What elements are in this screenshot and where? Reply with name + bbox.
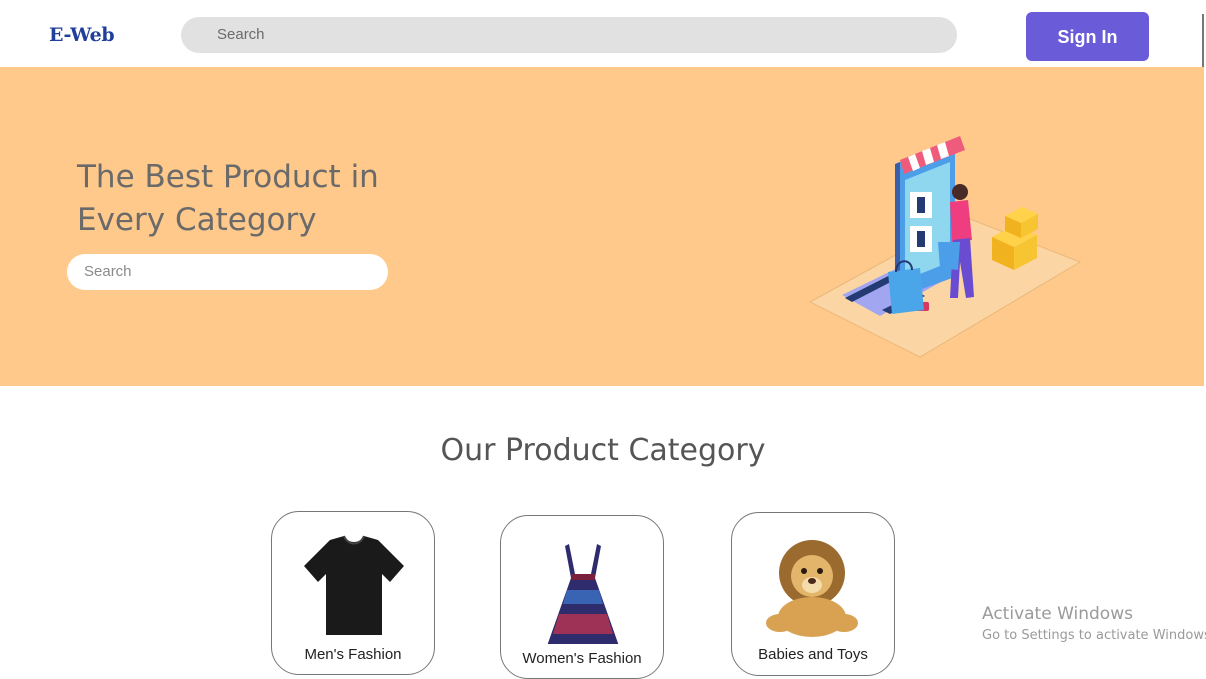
category-card-womens-fashion[interactable]: Women's Fashion [500, 515, 664, 679]
hero-title-line2: Every Category [77, 202, 317, 238]
site-logo[interactable]: E-Web [49, 24, 115, 46]
hero-title: The Best Product in Every Category [77, 156, 437, 242]
dress-icon [547, 544, 619, 644]
sign-in-button[interactable]: Sign In [1026, 12, 1149, 61]
category-card-babies-and-toys[interactable]: Babies and Toys [731, 512, 895, 676]
windows-activation-watermark: Activate Windows Go to Settings to activ… [982, 604, 1206, 643]
hero-title-line1: The Best Product in [77, 159, 379, 195]
category-label: Men's Fashion [304, 646, 402, 663]
shopping-illustration [808, 136, 1082, 358]
category-label: Women's Fashion [522, 650, 642, 667]
watermark-title: Activate Windows [982, 604, 1133, 624]
lion-toy-icon [766, 540, 858, 637]
category-label: Babies and Toys [758, 646, 868, 663]
top-header: E-Web Search Sign In [0, 0, 1206, 67]
hero-banner: The Best Product in Every Category Searc… [0, 67, 1204, 386]
hero-search-input[interactable]: Search [67, 254, 388, 290]
category-card-mens-fashion[interactable]: Men's Fashion [271, 511, 435, 675]
tshirt-icon [304, 535, 404, 635]
section-title: Our Product Category [440, 433, 766, 468]
header-search-input[interactable]: Search [181, 17, 957, 53]
watermark-subtitle: Go to Settings to activate Windows. [982, 628, 1206, 643]
